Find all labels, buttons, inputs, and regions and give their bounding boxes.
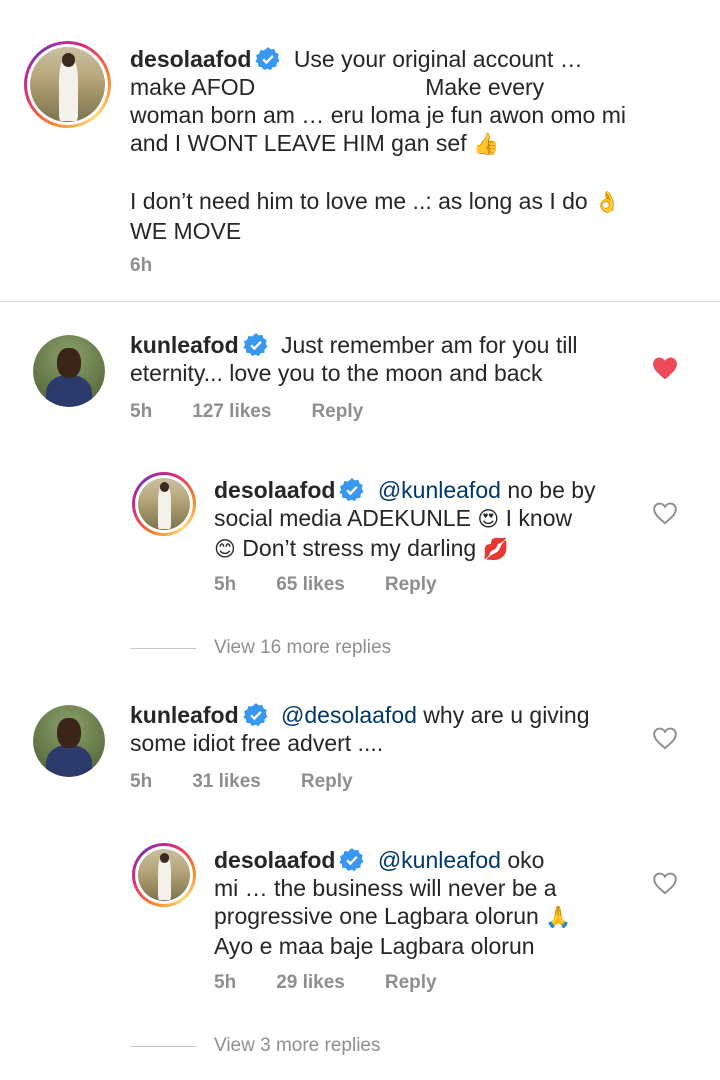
reply-button[interactable]: Reply xyxy=(311,401,363,423)
avatar[interactable] xyxy=(132,472,196,536)
heart-icon[interactable] xyxy=(652,871,678,895)
comment-text: kunleafod Just remember am for you till … xyxy=(130,332,578,386)
reply-button[interactable]: Reply xyxy=(385,972,437,994)
comment-meta: 5h 31 likes Reply xyxy=(130,771,353,793)
verified-badge-icon xyxy=(255,47,280,71)
comments-page: desolaafod Use your original account … m… xyxy=(0,0,720,1080)
likes-count[interactable]: 31 likes xyxy=(192,771,261,793)
comment-meta: 5h 127 likes Reply xyxy=(130,401,363,423)
comment-text: kunleafod @desolaafod why are u giving s… xyxy=(130,702,590,756)
comment-meta: 6h xyxy=(130,255,152,277)
heart-icon[interactable] xyxy=(652,501,678,525)
heart-icon[interactable] xyxy=(652,356,678,380)
timestamp: 6h xyxy=(130,255,153,276)
username[interactable]: kunleafod xyxy=(130,702,239,728)
reply-text: desolaafod @kunleafod oko mi … the busin… xyxy=(214,847,572,959)
username[interactable]: desolaafod xyxy=(130,46,251,72)
view-more-replies[interactable]: View 3 more replies xyxy=(130,1035,381,1057)
avatar[interactable] xyxy=(132,843,196,907)
username[interactable]: kunleafod xyxy=(130,332,239,358)
reply-button[interactable]: Reply xyxy=(301,771,353,793)
heart-icon[interactable] xyxy=(652,726,678,750)
divider-line xyxy=(130,647,196,649)
timestamp: 5h xyxy=(214,574,237,595)
username[interactable]: desolaafod xyxy=(214,847,335,873)
reply-text: desolaafod @kunleafod no be by social me… xyxy=(214,477,596,561)
mention-link[interactable]: @kunleafod xyxy=(378,847,501,873)
username[interactable]: desolaafod xyxy=(214,477,335,503)
timestamp: 5h xyxy=(130,401,153,422)
comment-meta: 5h 29 likes Reply xyxy=(214,972,437,994)
verified-badge-icon xyxy=(242,703,268,727)
divider-line xyxy=(130,1045,196,1047)
mention-link[interactable]: @desolaafod xyxy=(281,702,417,728)
divider xyxy=(0,301,720,302)
avatar[interactable] xyxy=(33,335,105,407)
comment-meta: 5h 65 likes Reply xyxy=(214,574,437,596)
likes-count[interactable]: 29 likes xyxy=(276,972,345,994)
timestamp: 5h xyxy=(130,771,153,792)
likes-count[interactable]: 65 likes xyxy=(276,574,345,596)
avatar[interactable] xyxy=(24,41,111,128)
view-more-replies[interactable]: View 16 more replies xyxy=(130,637,391,659)
mention-link[interactable]: @kunleafod xyxy=(378,477,501,503)
verified-badge-icon xyxy=(339,848,364,872)
verified-badge-icon xyxy=(242,333,268,357)
timestamp: 5h xyxy=(214,972,237,993)
avatar[interactable] xyxy=(33,705,105,777)
likes-count[interactable]: 127 likes xyxy=(192,401,271,423)
verified-badge-icon xyxy=(339,478,364,502)
comment-text: desolaafod Use your original account … m… xyxy=(130,46,626,244)
reply-button[interactable]: Reply xyxy=(385,574,437,596)
